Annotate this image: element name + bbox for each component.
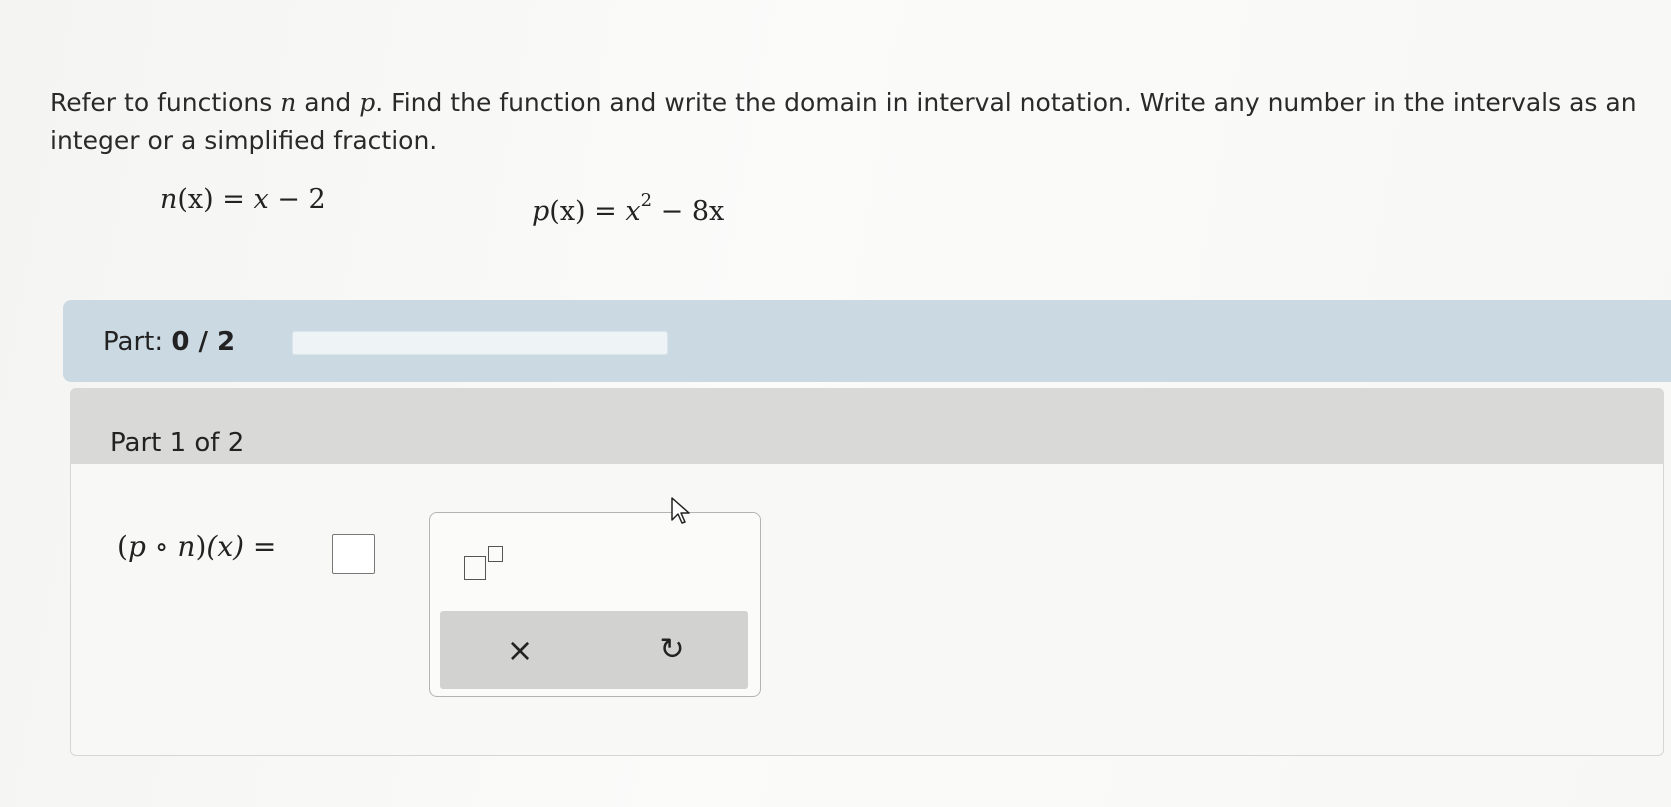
prompt-var-p: p xyxy=(359,88,376,117)
fn-n-rhs-rest: − 2 xyxy=(268,184,326,215)
fn-p-eq: = xyxy=(585,196,626,227)
function-n-definition: n(x) = x − 2 xyxy=(160,184,326,215)
fn-p-rhs-exp: 2 xyxy=(640,190,653,211)
part-title: Part 1 of 2 xyxy=(110,428,245,458)
palette-toolbar xyxy=(440,611,748,689)
comp-p: p xyxy=(127,530,146,563)
fn-n-rhs-var: x xyxy=(253,184,269,215)
fn-n-eq: = xyxy=(213,184,254,215)
question-prompt: Refer to functions n and p. Find the fun… xyxy=(50,84,1660,160)
part-progress-prefix: Part: xyxy=(103,327,172,357)
comp-circle: ∘ xyxy=(145,530,178,563)
comp-close-paren: ) xyxy=(195,530,207,563)
comp-open-paren: ( xyxy=(117,530,128,563)
composition-expression: (p ∘ n)(x) = xyxy=(117,530,276,563)
fn-n-name: n xyxy=(160,184,178,215)
exponent-power-icon xyxy=(488,546,503,562)
part-panel-header xyxy=(70,388,1664,464)
comp-eq: = xyxy=(244,530,277,563)
exponent-template-button[interactable] xyxy=(460,542,504,582)
exponent-base-icon xyxy=(464,556,486,580)
comp-x: (x) xyxy=(206,530,245,563)
part-progress-label: Part: 0 / 2 xyxy=(103,327,235,357)
prompt-text-1: Refer to functions xyxy=(50,88,281,117)
fn-n-arg: (x) xyxy=(177,184,214,215)
fn-p-rhs-var: x xyxy=(625,196,641,227)
prompt-and: and xyxy=(296,88,360,117)
progress-track xyxy=(292,331,668,355)
clear-button[interactable]: × xyxy=(500,630,540,670)
fn-p-name: p xyxy=(532,196,550,227)
function-p-definition: p(x) = x2 − 8x xyxy=(532,190,725,227)
undo-button[interactable]: ↻ xyxy=(652,630,692,670)
part-progress-value: 0 / 2 xyxy=(171,327,236,357)
comp-n: n xyxy=(177,530,196,563)
fn-p-rhs-rest: − 8x xyxy=(652,196,725,227)
prompt-var-n: n xyxy=(280,88,297,117)
mouse-pointer-icon xyxy=(671,497,690,524)
fn-p-arg: (x) xyxy=(549,196,586,227)
answer-input[interactable] xyxy=(332,534,375,574)
